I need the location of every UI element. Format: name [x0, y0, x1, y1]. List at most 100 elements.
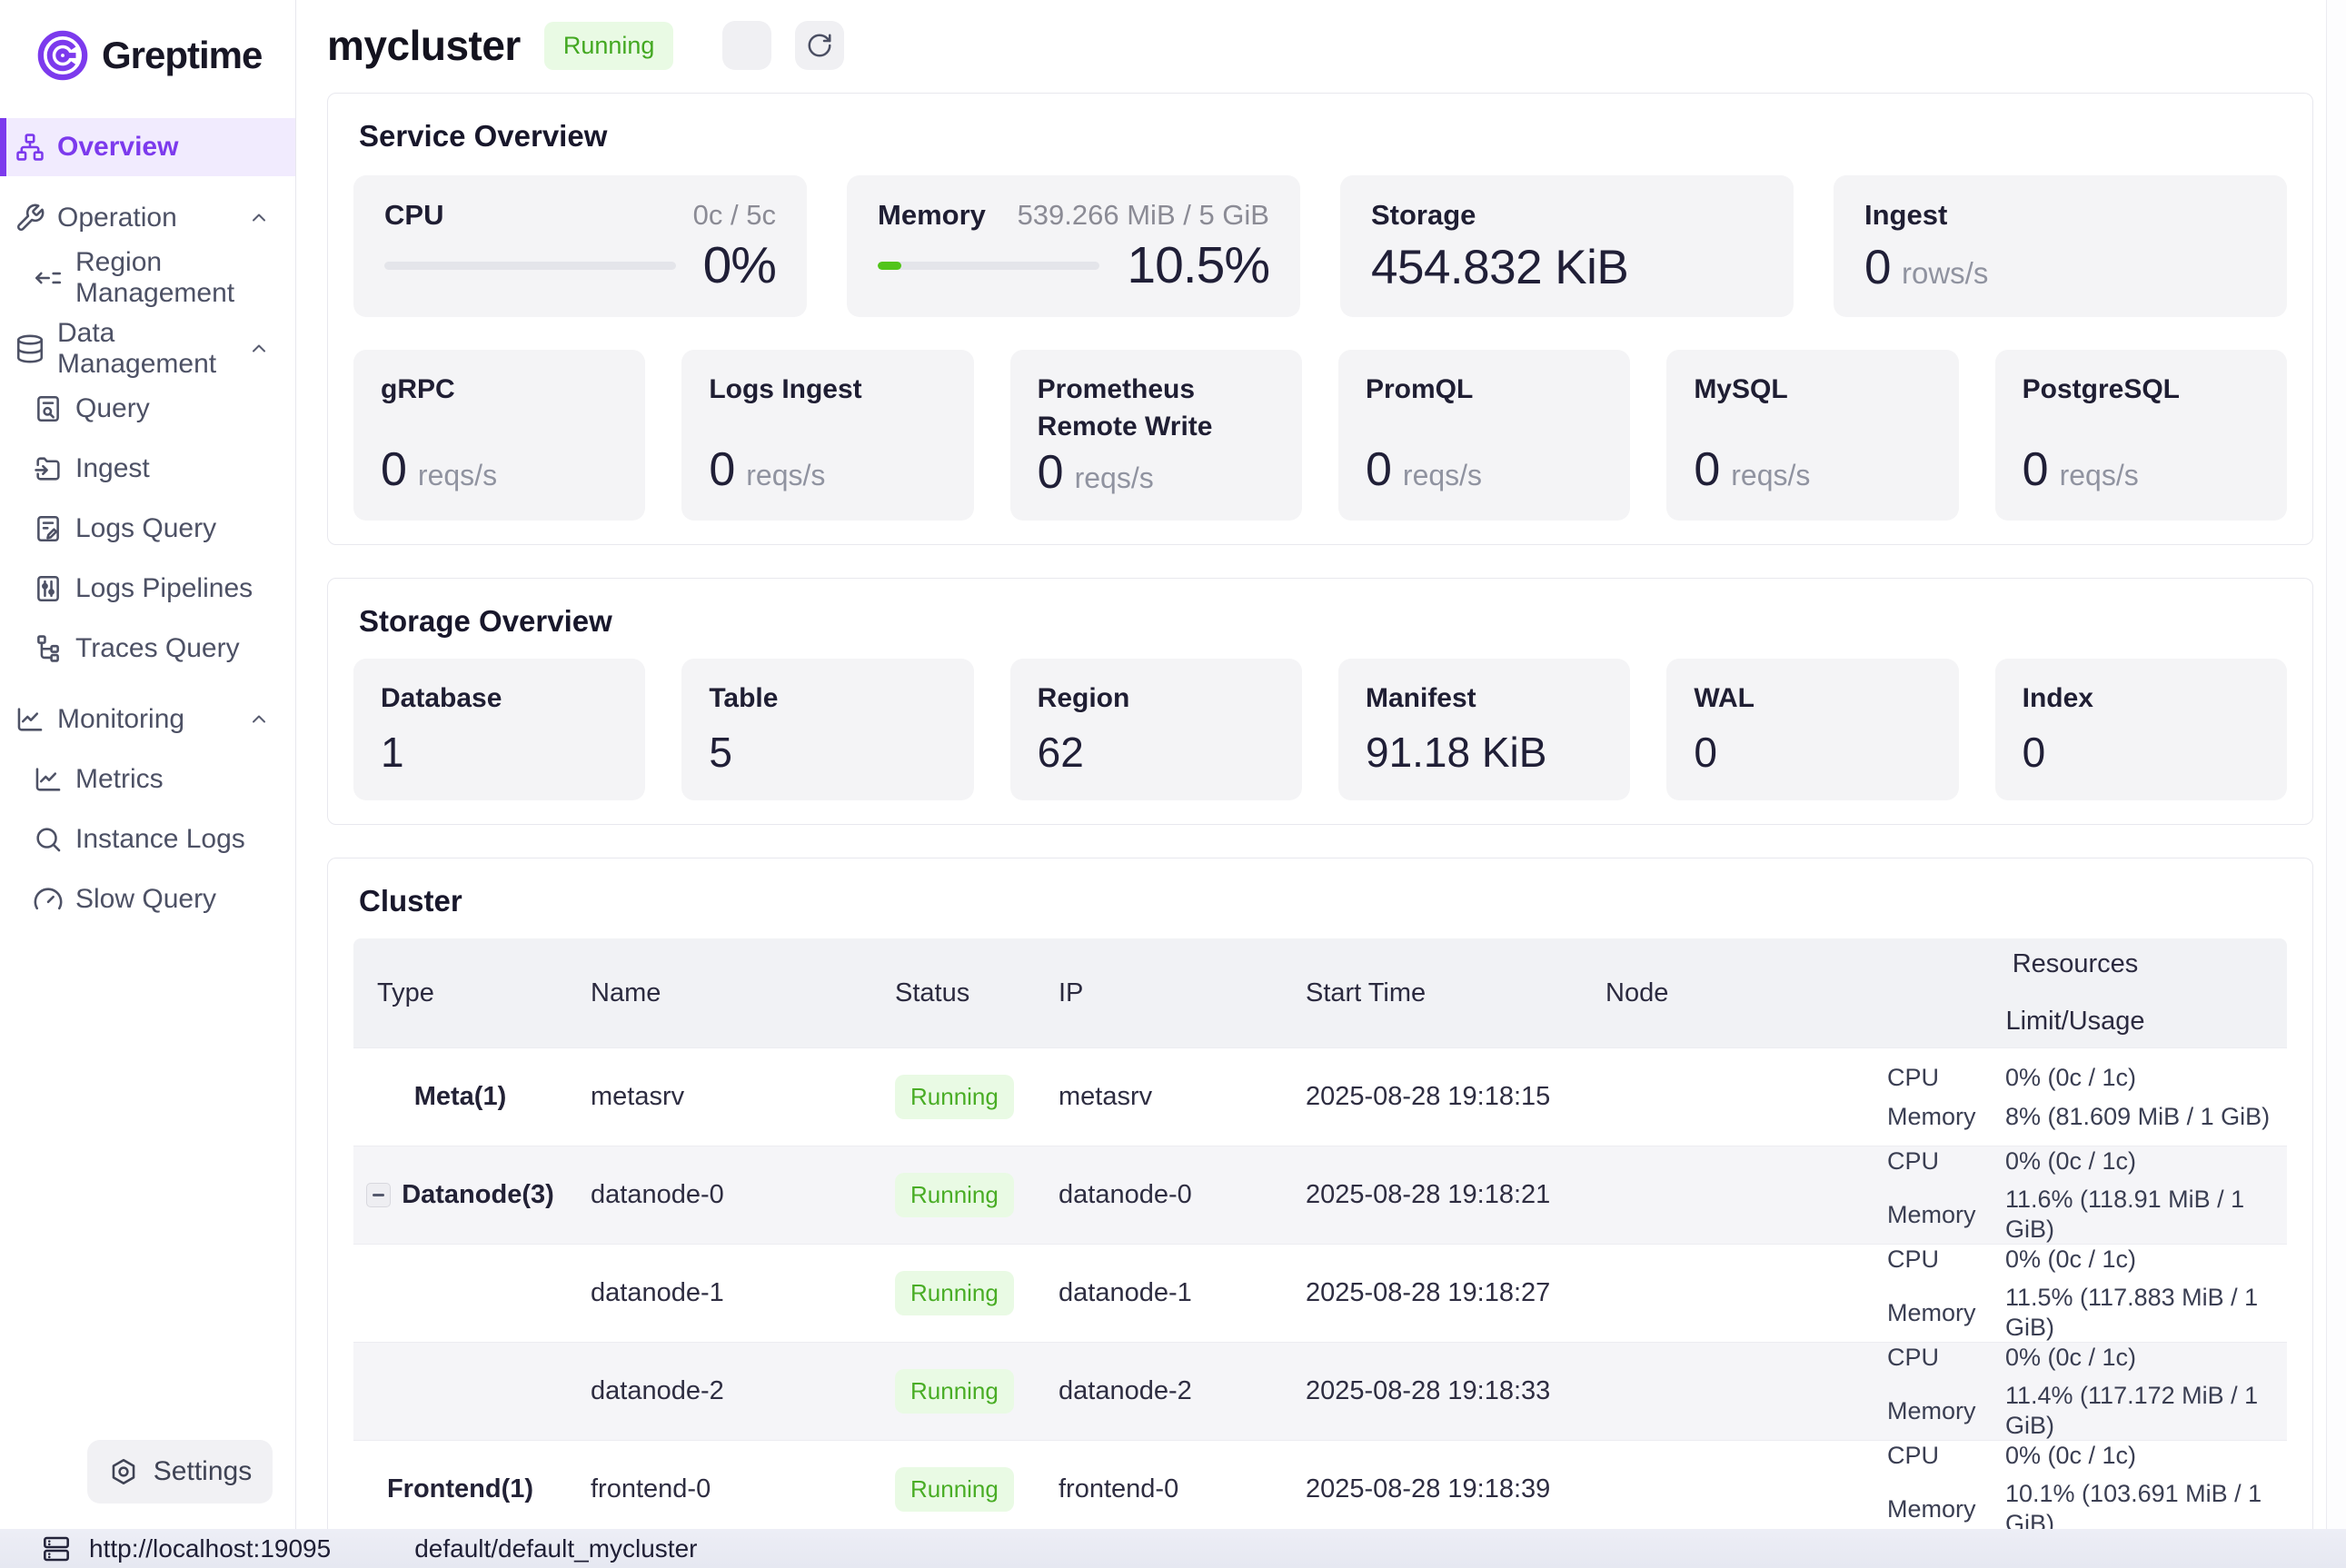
- cluster-status-badge: Running: [544, 22, 674, 70]
- memory-usage: 10.1% (103.691 MiB / 1 GiB): [2005, 1479, 2287, 1529]
- chevron-up-icon[interactable]: [248, 207, 270, 229]
- brand-logo[interactable]: Greptime: [0, 0, 295, 87]
- table-row-datanode-1[interactable]: datanode-1 Running datanode-1 2025-08-28…: [353, 1244, 2287, 1342]
- prometheus-remote-write-unit: reqs/s: [1075, 461, 1154, 495]
- database-icon: [15, 333, 45, 364]
- prometheus-remote-write-title: Prometheus Remote Write: [1038, 372, 1275, 445]
- statusbar-database[interactable]: default/default_mycluster: [414, 1534, 697, 1563]
- row-resources: CPU 0% (0c / 1c) Memory 11.5% (117.883 M…: [1864, 1245, 2287, 1342]
- refresh-button[interactable]: [795, 21, 844, 70]
- memory-usage: 8% (81.609 MiB / 1 GiB): [2005, 1102, 2287, 1131]
- chevron-up-icon[interactable]: [248, 709, 270, 730]
- collapse-datanode-button[interactable]: [366, 1183, 391, 1207]
- sidebar-item-ingest[interactable]: Ingest: [0, 440, 295, 498]
- sidebar-item-label: Traces Query: [75, 633, 240, 664]
- mysql-unit: reqs/s: [1731, 459, 1810, 492]
- sidebar-item-instance-logs[interactable]: Instance Logs: [0, 810, 295, 868]
- sidebar-item-slow-query[interactable]: Slow Query: [0, 870, 295, 928]
- region-card: Region 62: [1010, 659, 1302, 800]
- row-resources: CPU 0% (0c / 1c) Memory 8% (81.609 MiB /…: [1864, 1063, 2287, 1131]
- settings-button[interactable]: Settings: [87, 1440, 273, 1503]
- row-start-time: 2025-08-28 19:18:39: [1282, 1474, 1582, 1504]
- header-action-button[interactable]: [722, 21, 771, 70]
- memory-progress-fill: [878, 262, 901, 270]
- sidebar-item-label: Monitoring: [57, 704, 184, 735]
- limit-usage-label: Limit/Usage: [2005, 1007, 2144, 1037]
- table-row-frontend-0[interactable]: Frontend(1) frontend-0 Running frontend-…: [353, 1440, 2287, 1529]
- sliders-icon: [33, 573, 64, 604]
- service-gauges-row: CPU 0c / 5c 0% Memory 539.266 MiB / 5 Gi…: [353, 175, 2287, 317]
- cluster-table-header: Type Name Status IP Start Time Node Reso…: [353, 938, 2287, 1047]
- database-card-title: Database: [381, 680, 618, 718]
- logs-ingest-card-title: Logs Ingest: [709, 372, 946, 409]
- sidebar-item-operation[interactable]: Operation: [0, 189, 295, 247]
- wal-card-title: WAL: [1694, 680, 1931, 718]
- column-header-start-time: Start Time: [1282, 978, 1582, 1008]
- storage-overview-title: Storage Overview: [359, 604, 2287, 639]
- scrollbar-gutter[interactable]: [2326, 0, 2346, 1529]
- promql-card-title: PromQL: [1366, 372, 1603, 409]
- row-start-time: 2025-08-28 19:18:21: [1282, 1180, 1582, 1210]
- search-icon: [33, 824, 64, 855]
- region-value: 62: [1038, 728, 1275, 777]
- mysql-value: 0: [1694, 442, 1720, 497]
- cpu-card-detail: 0c / 5c: [693, 199, 776, 232]
- region-card-title: Region: [1038, 680, 1275, 718]
- table-row-metasrv[interactable]: Meta(1) metasrv Running metasrv 2025-08-…: [353, 1047, 2287, 1146]
- statusbar-url[interactable]: http://localhost:19095: [89, 1534, 331, 1563]
- memory-progress-bar: [878, 262, 1099, 270]
- greptime-logo-icon: [36, 29, 89, 82]
- sidebar-item-data-management[interactable]: Data Management: [0, 320, 295, 378]
- main-content: mycluster Running Service Overview CPU 0…: [296, 0, 2346, 1529]
- chart-line-icon: [33, 764, 64, 795]
- row-type-label: Frontend(1): [387, 1474, 533, 1504]
- sidebar-item-metrics[interactable]: Metrics: [0, 750, 295, 809]
- server-icon: [42, 1534, 71, 1563]
- cluster-panel: Cluster Type Name Status IP Start Time N…: [327, 858, 2313, 1529]
- grpc-value: 0: [381, 442, 407, 497]
- memory-label: Memory: [1887, 1200, 2005, 1229]
- logs-ingest-value: 0: [709, 442, 735, 497]
- memory-usage: 11.4% (117.172 MiB / 1 GiB): [2005, 1381, 2287, 1440]
- chart-line-icon: [15, 704, 45, 735]
- sidebar: Greptime Overview Operation: [0, 0, 296, 1529]
- cpu-label: CPU: [1887, 1343, 2005, 1372]
- manifest-card: Manifest 91.18 KiB: [1338, 659, 1630, 800]
- ingest-card: Ingest 0 rows/s: [1834, 175, 2287, 317]
- table-row-datanode-0[interactable]: Datanode(3) datanode-0 Running datanode-…: [353, 1146, 2287, 1244]
- sidebar-item-label: Ingest: [75, 453, 150, 484]
- chevron-up-icon[interactable]: [248, 338, 270, 360]
- sidebar-item-region-management[interactable]: Region Management: [0, 249, 295, 307]
- service-overview-title: Service Overview: [359, 119, 2287, 154]
- sitemap-icon: [15, 132, 45, 163]
- cpu-usage: 0% (0c / 1c): [2005, 1343, 2287, 1372]
- row-resources: CPU 0% (0c / 1c) Memory 10.1% (103.691 M…: [1864, 1441, 2287, 1529]
- storage-value: 454.832 KiB: [1371, 240, 1628, 295]
- sidebar-item-label: Instance Logs: [75, 824, 245, 855]
- memory-usage: 11.6% (118.91 MiB / 1 GiB): [2005, 1185, 2287, 1244]
- postgresql-card: PostgreSQL 0reqs/s: [1995, 350, 2287, 521]
- row-ip: datanode-2: [1035, 1376, 1282, 1406]
- table-row-datanode-2[interactable]: datanode-2 Running datanode-2 2025-08-28…: [353, 1342, 2287, 1440]
- sidebar-item-overview[interactable]: Overview: [0, 118, 295, 176]
- sidebar-item-traces-query[interactable]: Traces Query: [0, 620, 295, 678]
- row-name: datanode-0: [567, 1180, 871, 1210]
- cpu-label: CPU: [1887, 1245, 2005, 1274]
- storage-cards-row: Database 1 Table 5 Region 62 Manifest 91…: [353, 659, 2287, 800]
- cpu-percent-value: 0%: [703, 235, 776, 295]
- storage-overview-panel: Storage Overview Database 1 Table 5 Regi…: [327, 578, 2313, 825]
- row-type-label: Meta(1): [414, 1082, 507, 1112]
- sidebar-item-logs-query[interactable]: Logs Query: [0, 500, 295, 558]
- column-header-status: Status: [871, 978, 1035, 1008]
- status-badge: Running: [895, 1369, 1014, 1414]
- status-badge: Running: [895, 1173, 1014, 1217]
- manifest-card-title: Manifest: [1366, 680, 1603, 718]
- status-badge: Running: [895, 1271, 1014, 1315]
- sidebar-item-label: Data Management: [57, 318, 236, 380]
- sidebar-item-logs-pipelines[interactable]: Logs Pipelines: [0, 560, 295, 618]
- status-badge: Running: [895, 1467, 1014, 1512]
- sidebar-item-monitoring[interactable]: Monitoring: [0, 690, 295, 749]
- sidebar-item-query[interactable]: Query: [0, 380, 295, 438]
- row-start-time: 2025-08-28 19:18:15: [1282, 1082, 1582, 1112]
- cpu-progress-bar: [384, 262, 676, 270]
